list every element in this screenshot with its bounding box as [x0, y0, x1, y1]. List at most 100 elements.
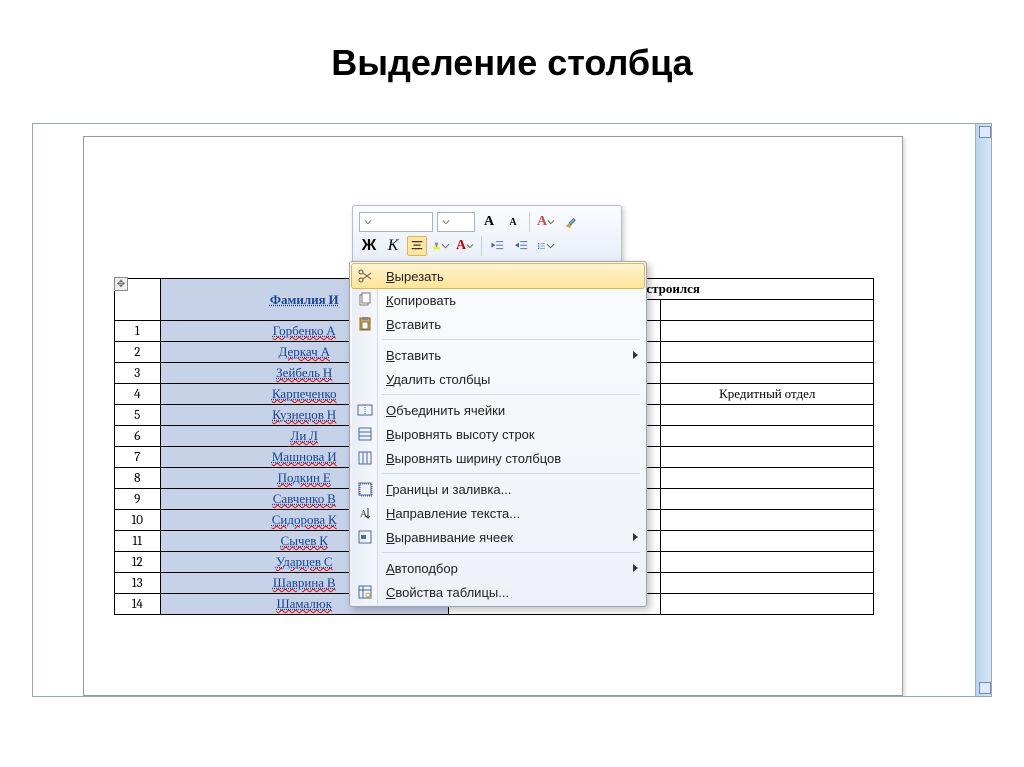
menu-item-label: Границы и заливка...	[386, 482, 511, 497]
chevron-down-icon	[546, 239, 555, 253]
menu-item-insert[interactable]: Вставить	[352, 343, 644, 367]
menu-item-props[interactable]: Свойства таблицы...	[352, 580, 644, 604]
merge-icon	[357, 402, 373, 418]
menu-separator	[382, 473, 640, 474]
submenu-arrow-icon	[633, 564, 638, 572]
menu-item-label: Объединить ячейки	[386, 403, 505, 418]
list-icon	[537, 239, 546, 253]
cell-department[interactable]: Кредитный отдел	[661, 384, 874, 405]
props-icon	[357, 584, 373, 600]
cell-department[interactable]	[661, 594, 874, 615]
menu-item-delCols[interactable]: Удалить столбцы	[352, 367, 644, 391]
chevron-down-icon	[364, 218, 372, 226]
cell-department[interactable]	[661, 510, 874, 531]
styles-button[interactable]: A	[536, 212, 556, 232]
cell-department[interactable]	[661, 342, 874, 363]
vertical-scrollbar[interactable]	[975, 124, 991, 696]
menu-item-label: Вырезать	[386, 269, 444, 284]
indent-right-icon	[515, 239, 529, 253]
indent-left-icon	[491, 239, 505, 253]
font-size-select[interactable]	[437, 212, 475, 232]
menu-item-label: Направление текста...	[386, 506, 520, 521]
menu-item-label: Выровнять ширину столбцов	[386, 451, 561, 466]
cell-number[interactable]: 12	[115, 552, 161, 573]
shrink-font-button[interactable]: A	[503, 212, 523, 232]
distrows-icon	[357, 426, 373, 442]
cell-department[interactable]	[661, 447, 874, 468]
cell-department[interactable]	[661, 489, 874, 510]
cell-department[interactable]	[661, 363, 874, 384]
menu-item-paste[interactable]: Вставить	[352, 312, 644, 336]
cell-department[interactable]	[661, 552, 874, 573]
cell-number[interactable]: 10	[115, 510, 161, 531]
menu-item-align[interactable]: Выравнивание ячеек	[352, 525, 644, 549]
cell-number[interactable]: 14	[115, 594, 161, 615]
menu-separator	[382, 339, 640, 340]
cell-department[interactable]	[661, 405, 874, 426]
cell-number[interactable]: 8	[115, 468, 161, 489]
cell-department[interactable]	[661, 468, 874, 489]
increase-indent-button[interactable]	[512, 236, 532, 256]
highlight-button[interactable]	[431, 236, 451, 256]
italic-button[interactable]: К	[383, 236, 403, 256]
menu-item-label: Выравнивание ячеек	[386, 530, 513, 545]
menu-item-label: Копировать	[386, 293, 456, 308]
cell-department[interactable]	[661, 321, 874, 342]
menu-separator	[382, 552, 640, 553]
menu-item-borders[interactable]: Границы и заливка...	[352, 477, 644, 501]
textdir-icon: А	[357, 505, 373, 521]
format-painter-button[interactable]	[560, 212, 580, 232]
menu-item-distRows[interactable]: Выровнять высоту строк	[352, 422, 644, 446]
menu-item-label: Вставить	[386, 317, 441, 332]
bullets-button[interactable]	[536, 236, 556, 256]
cell-number[interactable]: 9	[115, 489, 161, 510]
chevron-down-icon	[442, 218, 450, 226]
cell-number[interactable]: 13	[115, 573, 161, 594]
cell-number[interactable]: 5	[115, 405, 161, 426]
menu-item-merge[interactable]: Объединить ячейки	[352, 398, 644, 422]
cell-department[interactable]	[661, 531, 874, 552]
menu-item-cut[interactable]: Вырезать	[351, 263, 645, 289]
menu-item-textDir[interactable]: А Направление текста...	[352, 501, 644, 525]
col-header-department[interactable]	[661, 300, 874, 321]
menu-item-autofit[interactable]: Автоподбор	[352, 556, 644, 580]
menu-item-label: Выровнять высоту строк	[386, 427, 535, 442]
cell-number[interactable]: 3	[115, 363, 161, 384]
align-center-button[interactable]	[407, 236, 427, 256]
cell-number[interactable]: 2	[115, 342, 161, 363]
paste-icon	[357, 316, 373, 332]
align-center-icon	[410, 239, 424, 253]
highlight-icon	[432, 239, 441, 253]
brush-icon	[563, 215, 577, 229]
copy-icon	[357, 292, 373, 308]
font-color-button[interactable]: A	[455, 236, 475, 256]
scissors-icon	[357, 268, 373, 284]
grow-font-button[interactable]: A	[479, 212, 499, 232]
cell-number[interactable]: 4	[115, 384, 161, 405]
menu-item-label: Вставить	[386, 348, 441, 363]
table-move-handle-icon[interactable]: ✥	[114, 277, 128, 291]
cell-number[interactable]: 1	[115, 321, 161, 342]
menu-item-distCols[interactable]: Выровнять ширину столбцов	[352, 446, 644, 470]
mini-toolbar: A A A Ж К A	[352, 205, 622, 263]
chevron-down-icon	[466, 239, 474, 253]
decrease-indent-button[interactable]	[488, 236, 508, 256]
cell-number[interactable]: 6	[115, 426, 161, 447]
cell-department[interactable]	[661, 573, 874, 594]
cell-department[interactable]	[661, 426, 874, 447]
bold-button[interactable]: Ж	[359, 236, 379, 256]
menu-item-copy[interactable]: Копировать	[352, 288, 644, 312]
cell-number[interactable]: 11	[115, 531, 161, 552]
menu-separator	[382, 394, 640, 395]
word-window: Трудоустройство выпускников 2007 ✥ Фамил…	[32, 123, 992, 697]
font-family-select[interactable]	[359, 212, 433, 232]
menu-item-label: Автоподбор	[386, 561, 458, 576]
chevron-down-icon	[441, 239, 450, 253]
chevron-down-icon	[547, 215, 555, 229]
cell-number[interactable]: 7	[115, 447, 161, 468]
context-menu: Вырезать Копировать Вставить Вставить Удалит…	[349, 261, 647, 607]
align-icon	[357, 529, 373, 545]
borders-icon	[357, 481, 373, 497]
distcols-icon	[357, 450, 373, 466]
slide-title: Выделение столбца	[0, 0, 1024, 106]
